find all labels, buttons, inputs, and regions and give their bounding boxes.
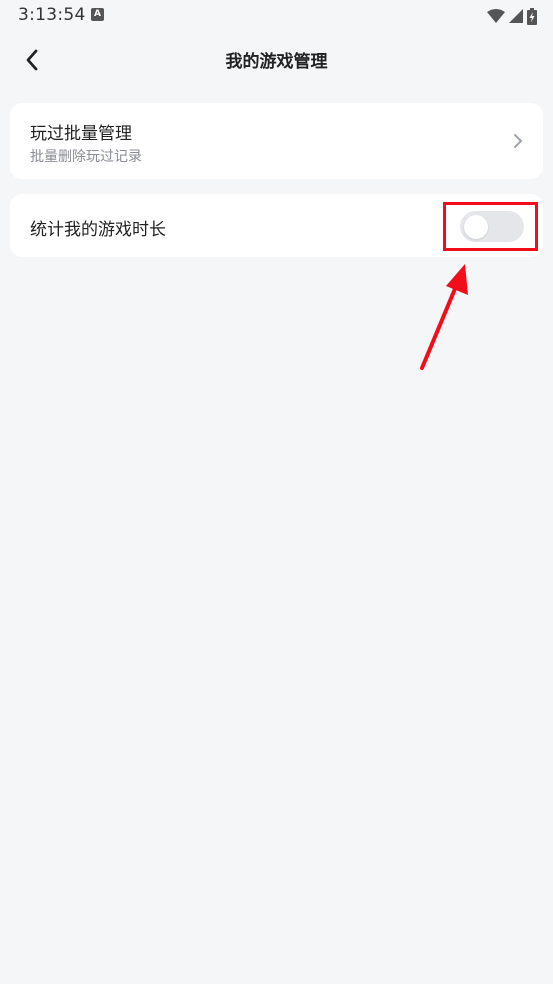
batch-manage-subtitle: 批量删除玩过记录 [30, 149, 142, 165]
status-time: 3:13:54 [18, 5, 86, 25]
battery-charging-icon [527, 7, 537, 25]
game-time-stats-title: 统计我的游戏时长 [30, 220, 166, 240]
header: 我的游戏管理 [0, 32, 553, 86]
highlight-box [443, 202, 538, 251]
notification-icon: A [91, 8, 104, 21]
chevron-right-icon [514, 134, 522, 148]
arrow-annotation-icon [420, 264, 468, 370]
screen: 3:13:54 A 我的游戏管理 玩过批量管理 批量删除玩过记录 统计我的游戏时… [0, 0, 553, 984]
batch-manage-title: 玩过批量管理 [30, 124, 132, 144]
status-bar: 3:13:54 A [0, 0, 553, 32]
status-icons [487, 6, 537, 26]
batch-manage-item[interactable]: 玩过批量管理 批量删除玩过记录 [10, 103, 543, 179]
page-title: 我的游戏管理 [225, 52, 328, 72]
signal-icon [509, 9, 523, 23]
wifi-icon [487, 9, 505, 23]
